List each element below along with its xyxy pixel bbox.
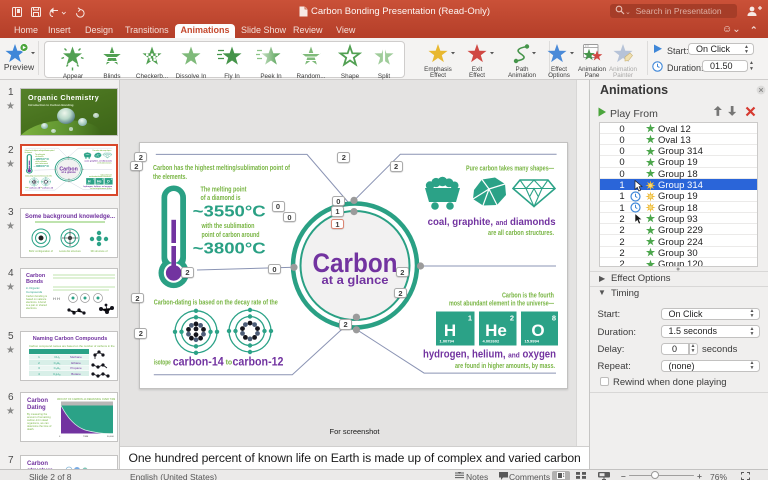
svg-text:at a glance: at a glance [322,273,389,287]
svg-text:50,000: 50,000 [107,436,114,438]
svg-text:3D structure of: 3D structure of [90,249,107,253]
svg-text:~3550°C: ~3550°C [193,204,267,221]
svg-text:15.9994: 15.9994 [525,339,540,344]
svg-text:point of carbon around: point of carbon around [202,232,260,239]
svg-text:Lewis dot structure: Lewis dot structure [59,249,81,253]
svg-text:Carbon is the fourth: Carbon is the fourth [502,293,554,300]
svg-text:C₄H₁₀: C₄H₁₀ [53,372,62,376]
svg-text:0: 0 [59,436,61,438]
svg-text:Carbon has the highest melting: Carbon has the highest melting/sublimati… [153,165,291,172]
svg-text:the elements.: the elements. [153,174,187,181]
svg-text:C₂H₆: C₂H₆ [54,361,61,365]
svg-text:carbon-12: carbon-12 [233,357,284,369]
svg-text:AMOUNT OF CARBON-14 REMAINING: AMOUNT OF CARBON-14 REMAINING OVER TIME [57,398,115,401]
svg-text:Bohr configuration of: Bohr configuration of [29,249,53,253]
svg-text:are all carbon structures.: are all carbon structures. [488,230,554,237]
svg-text:CH₄: CH₄ [54,355,60,359]
svg-text:2: 2 [510,314,514,323]
svg-text:with the sublimation: with the sublimation [201,223,255,230]
svg-text:Carbon-dating is based on the: Carbon-dating is based on the decay rate… [154,300,278,307]
svg-text:1: 1 [468,314,472,323]
svg-text:Ethane: Ethane [71,361,81,365]
svg-text:He: He [485,321,507,340]
svg-text:are found in higher amounts, b: are found in higher amounts, by mass. [455,363,555,370]
svg-text:C₃H₈: C₃H₈ [54,366,62,370]
svg-text:O: O [531,321,544,340]
svg-text:isotope: isotope [154,360,171,367]
svg-text:1.00794: 1.00794 [440,339,455,344]
svg-text:coal, graphite, and diamonds: coal, graphite, and diamonds [428,216,556,228]
svg-text:The melting point: The melting point [201,187,248,194]
svg-text:hydrogen, helium, and oxygen: hydrogen, helium, and oxygen [423,349,556,361]
svg-text:most abundant element in the u: most abundant element in the universe— [449,300,554,307]
svg-text:4.002602: 4.002602 [483,339,500,344]
svg-text:~3800°C: ~3800°C [193,241,267,258]
svg-text:TIME: TIME [83,436,89,438]
svg-text:carbon-14: carbon-14 [173,357,225,369]
svg-text:H H: H H [53,296,60,301]
svg-text:of a diamond is: of a diamond is [201,195,241,202]
svg-text:H: H [444,321,456,340]
svg-text:Methane: Methane [70,355,82,359]
svg-text:to: to [226,360,233,367]
svg-text:Pure carbon takes many shapes—: Pure carbon takes many shapes— [466,166,554,173]
svg-text:Butane: Butane [71,372,81,376]
svg-text:8: 8 [552,314,556,323]
svg-text:Propane: Propane [70,366,82,370]
